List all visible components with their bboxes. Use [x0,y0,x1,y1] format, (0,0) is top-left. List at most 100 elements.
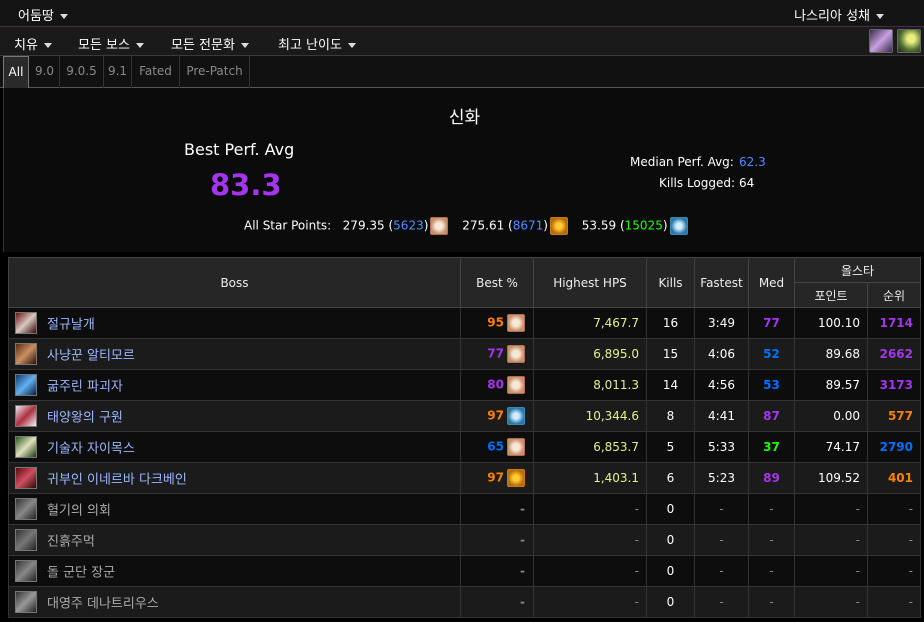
flame-icon [507,469,525,487]
best-percent-value: - [520,533,525,547]
boss-name[interactable]: 대영주 데나트리우스 [47,597,159,612]
tab-9-1[interactable]: 9.1 [104,56,132,88]
all-star-points: All Star Points: 279.35 (5623) 275.61 (8… [244,217,698,235]
all-star-rank-value: - [908,502,913,516]
fastest-cell: 4:06 [694,338,749,370]
boss-portrait-icon [15,343,37,365]
boss-name[interactable]: 절규날개 [47,318,95,333]
expansion-dropdown[interactable]: 어둠땅 [18,5,68,24]
difficulty-title: 신화 [448,108,481,128]
all-star-rank-value: - [908,595,913,609]
spec-filter-dropdown[interactable]: 모든 전문화 [171,34,249,53]
best-percent-cell: 65 [460,431,534,463]
boss-cell[interactable]: 혈기의 의회 [8,493,461,525]
boss-name[interactable]: 혈기의 의회 [47,504,111,519]
key-icon[interactable] [897,29,921,53]
col-rank[interactable]: 순위 [867,282,921,308]
boss-name[interactable]: 진흙주먹 [47,535,95,550]
boss-cell[interactable]: 절규날개 [8,307,461,339]
median-value: 77 [763,316,780,330]
all-star-label: All Star Points: [244,218,332,233]
all-star-rank-cell: - [867,555,921,587]
all-star-rank-value: - [908,533,913,547]
all-star-rank-value: - [908,564,913,578]
boss-cell[interactable]: 돌 군단 장군 [8,555,461,587]
kills-cell: 14 [646,369,695,401]
table-row[interactable]: 혈기의 의회 - -0- - - - [8,493,921,525]
boss-cell[interactable]: 진흙주먹 [8,524,461,556]
boss-name[interactable]: 굶주린 파괴자 [47,380,123,395]
boss-cell[interactable]: 대영주 데나트리우스 [8,586,461,618]
col-best-percent[interactable]: Best % [460,257,534,308]
boss-name[interactable]: 돌 군단 장군 [47,566,115,581]
tab-9-0-5[interactable]: 9.0.5 [60,56,104,88]
all-star-points-cell: - [794,555,868,587]
boss-portrait-icon [15,560,37,582]
all-star-points-cell: 89.68 [794,338,868,370]
healer-icon [507,345,525,363]
kills-cell: 0 [646,586,695,618]
boss-name[interactable]: 귀부인 이네르바 다크베인 [47,473,187,488]
all-star-points-value: 275.61 [462,218,505,233]
tab-fated[interactable]: Fated [132,56,180,88]
col-median[interactable]: Med [748,257,795,308]
table-row[interactable]: 굶주린 파괴자 80 8,011.3 14 4:56 53 89.57 3173 [8,369,921,401]
all-star-rank-cell: - [867,524,921,556]
role-filter-dropdown[interactable]: 치유 [14,34,52,53]
tab-9-0[interactable]: 9.0 [30,56,60,88]
kills-cell: 0 [646,555,695,587]
median-cell: 77 [748,307,795,339]
chevron-down-icon [347,43,356,48]
boss-cell[interactable]: 굶주린 파괴자 [8,369,461,401]
table-row[interactable]: 돌 군단 장군 - -0- - - - [8,555,921,587]
boss-rankings-table: Boss Best % Highest HPS Kills Fastest Me… [8,257,921,618]
difficulty-filter-dropdown[interactable]: 최고 난이도 [278,34,356,53]
top-bar: 어둠땅 나스리아 성채 [0,0,924,27]
median-cell: - [748,493,795,525]
fastest-cell: 5:23 [694,462,749,494]
highest-hps-cell: - [533,586,647,618]
table-row[interactable]: 귀부인 이네르바 다크베인 97 1,403.1 6 5:23 89 109.52 401 [8,462,921,494]
col-highest-hps[interactable]: Highest HPS [533,257,647,308]
performance-summary: 신화 Best Perf. Avg 83.3 Median Perf. Avg:… [3,88,924,252]
kills-cell: 8 [646,400,695,432]
all-star-points-cell: - [794,586,868,618]
tab-all[interactable]: All [3,56,29,88]
col-points[interactable]: 포인트 [794,282,868,308]
raid-group-icon[interactable] [869,29,893,53]
boss-cell[interactable]: 기술자 자이목스 [8,431,461,463]
col-kills[interactable]: Kills [646,257,695,308]
boss-cell[interactable]: 사냥꾼 알티모르 [8,338,461,370]
median-value: 53 [763,378,780,392]
all-star-rank-cell: 1714 [867,307,921,339]
boss-portrait-icon [15,436,37,458]
filter-menu-bar: 치유 모든 보스 모든 전문화 최고 난이도 [0,27,924,56]
difficulty-filter-label: 최고 난이도 [278,38,342,53]
boss-cell[interactable]: 귀부인 이네르바 다크베인 [8,462,461,494]
table-row[interactable]: 진흙주먹 - -0- - - - [8,524,921,556]
kills-logged-value: 64 [739,176,755,190]
highest-hps-cell: 6,895.0 [533,338,647,370]
boss-name[interactable]: 기술자 자이목스 [47,442,135,457]
table-row[interactable]: 사냥꾼 알티모르 77 6,895.0 15 4:06 52 89.68 2662 [8,338,921,370]
col-boss[interactable]: Boss [8,257,461,308]
boss-name[interactable]: 태양왕의 구원 [47,411,123,426]
highest-hps-cell: 7,467.7 [533,307,647,339]
chevron-down-icon [876,14,884,19]
boss-portrait-icon [15,467,37,489]
fastest-cell: - [694,555,749,587]
col-fastest[interactable]: Fastest [694,257,749,308]
boss-filter-dropdown[interactable]: 모든 보스 [78,34,144,53]
median-perf-label: Median Perf. Avg: [630,155,734,169]
median-value: 89 [763,471,780,485]
chevron-down-icon [135,43,144,48]
table-row[interactable]: 절규날개 95 7,467.7 16 3:49 77 100.10 1714 [8,307,921,339]
zone-dropdown[interactable]: 나스리아 성채 [794,5,884,24]
table-row[interactable]: 태양왕의 구원 97 10,344.6 8 4:41 87 0.00 577 [8,400,921,432]
table-row[interactable]: 대영주 데나트리우스 - -0- - - - [8,586,921,618]
boss-name[interactable]: 사냥꾼 알티모르 [47,349,135,364]
table-row[interactable]: 기술자 자이목스 65 6,853.7 5 5:33 37 74.17 2790 [8,431,921,463]
boss-cell[interactable]: 태양왕의 구원 [8,400,461,432]
all-star-points-cell: 100.10 [794,307,868,339]
tab-pre-patch[interactable]: Pre-Patch [180,56,250,88]
